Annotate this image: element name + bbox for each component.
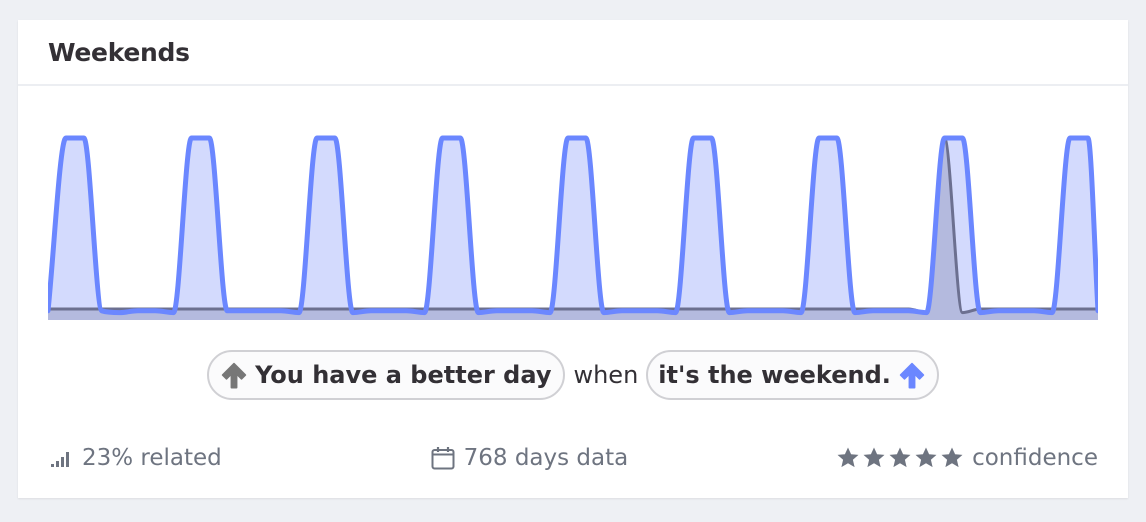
days-stat: 768 days data (430, 445, 629, 471)
card-title: Weekends (48, 37, 190, 67)
arrow-up-icon (221, 362, 247, 389)
star-icon (889, 447, 911, 468)
star-icon (837, 447, 859, 468)
star-icon (863, 447, 885, 468)
chart-svg (48, 135, 1098, 320)
confidence-stat: confidence (836, 445, 1098, 471)
connector-text: when (573, 361, 639, 389)
insight-sentence: You have a better day when it's the week… (18, 350, 1128, 400)
card-header: Weekends (18, 20, 1128, 86)
card-footer: 23% related 768 days data confidence (50, 438, 1098, 478)
effect-pill[interactable]: You have a better day (207, 350, 566, 400)
signal-bars-icon (51, 452, 69, 467)
confidence-label: confidence (972, 445, 1098, 471)
calendar-icon (431, 447, 455, 470)
effect-label: You have a better day (255, 361, 552, 389)
arrow-up-icon (899, 362, 925, 389)
insight-card: Weekends You have a better day when it's… (18, 20, 1128, 498)
cause-label: it's the weekend. (658, 361, 891, 389)
days-label: 768 days data (463, 445, 629, 471)
cause-pill[interactable]: it's the weekend. (646, 350, 939, 400)
chart (48, 115, 1098, 320)
star-icon (941, 447, 963, 468)
star-icon (915, 447, 937, 468)
confidence-stars (836, 446, 964, 470)
related-stat: 23% related (50, 445, 222, 471)
related-label: 23% related (82, 445, 222, 471)
